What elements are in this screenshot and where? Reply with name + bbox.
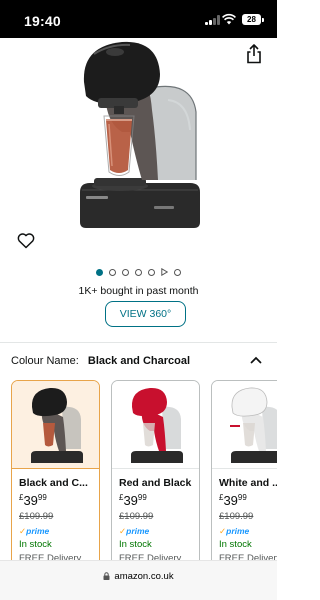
- browser-url-bar[interactable]: amazon.co.uk: [0, 560, 277, 600]
- battery-icon: 28: [242, 14, 264, 25]
- status-bar: 19:40 28: [0, 0, 277, 38]
- carousel-dot[interactable]: [109, 268, 116, 276]
- url-display[interactable]: amazon.co.uk: [0, 571, 277, 582]
- swatch-name: White and ...: [219, 477, 277, 489]
- swatch-image: [112, 381, 199, 469]
- swatch-was-price: £109.99: [119, 511, 154, 522]
- lock-icon: [103, 572, 110, 580]
- share-icon[interactable]: [245, 44, 263, 64]
- status-time: 19:40: [24, 13, 61, 29]
- swatch-was-price: £109.99: [219, 511, 254, 522]
- swatch-image: [12, 381, 99, 469]
- coffee-machine-red-image: [130, 387, 183, 463]
- prime-badge: ✓prime: [219, 526, 250, 536]
- swatch-was-price: £109.99: [19, 511, 54, 522]
- carousel-dot[interactable]: [174, 268, 181, 276]
- prime-badge: ✓prime: [119, 526, 150, 536]
- carousel-dot[interactable]: [148, 268, 155, 276]
- wifi-icon: [222, 13, 236, 25]
- colour-selector-header[interactable]: Colour Name: Black and Charcoal: [11, 355, 266, 369]
- carousel-dot[interactable]: [96, 268, 103, 276]
- coffee-machine-white-image: [229, 387, 277, 463]
- swatch-name: Red and Black: [119, 477, 192, 489]
- colour-swatch-list[interactable]: Black and C... £3999 £109.99 ✓prime In s…: [11, 380, 277, 565]
- carousel-indicators[interactable]: [0, 267, 277, 277]
- colour-value: Black and Charcoal: [87, 355, 191, 367]
- swatch-card-black-charcoal[interactable]: Black and C... £3999 £109.99 ✓prime In s…: [11, 380, 100, 565]
- video-play-icon[interactable]: [161, 268, 168, 276]
- prime-badge: ✓prime: [19, 526, 50, 536]
- bought-count-text: 1K+ bought in past month: [78, 285, 199, 297]
- swatch-card-red-black[interactable]: Red and Black £3999 £109.99 ✓prime In st…: [111, 380, 200, 565]
- section-divider: [0, 342, 277, 343]
- swatch-stock: In stock: [119, 539, 152, 550]
- coffee-machine-black-image: [30, 387, 83, 463]
- carousel-dot[interactable]: [135, 268, 142, 276]
- url-domain: amazon.co.uk: [114, 571, 174, 582]
- swatch-card-white[interactable]: White and ... £3999 £109.99 ✓prime In st…: [211, 380, 277, 565]
- carousel-dot[interactable]: [122, 268, 129, 276]
- swatch-price: £3999: [19, 493, 47, 508]
- product-gallery[interactable]: [0, 38, 277, 260]
- swatch-price: £3999: [119, 493, 147, 508]
- product-image[interactable]: [72, 40, 204, 230]
- chevron-up-icon[interactable]: [250, 355, 262, 365]
- wishlist-heart-icon[interactable]: [17, 232, 35, 249]
- swatch-stock: In stock: [19, 539, 52, 550]
- swatch-image: [212, 381, 277, 469]
- swatch-stock: In stock: [219, 539, 252, 550]
- view-360-button[interactable]: VIEW 360°: [105, 301, 186, 327]
- swatch-price: £3999: [219, 493, 247, 508]
- signal-icon: [205, 15, 220, 25]
- colour-label: Colour Name:: [11, 355, 79, 367]
- swatch-name: Black and C...: [19, 477, 88, 489]
